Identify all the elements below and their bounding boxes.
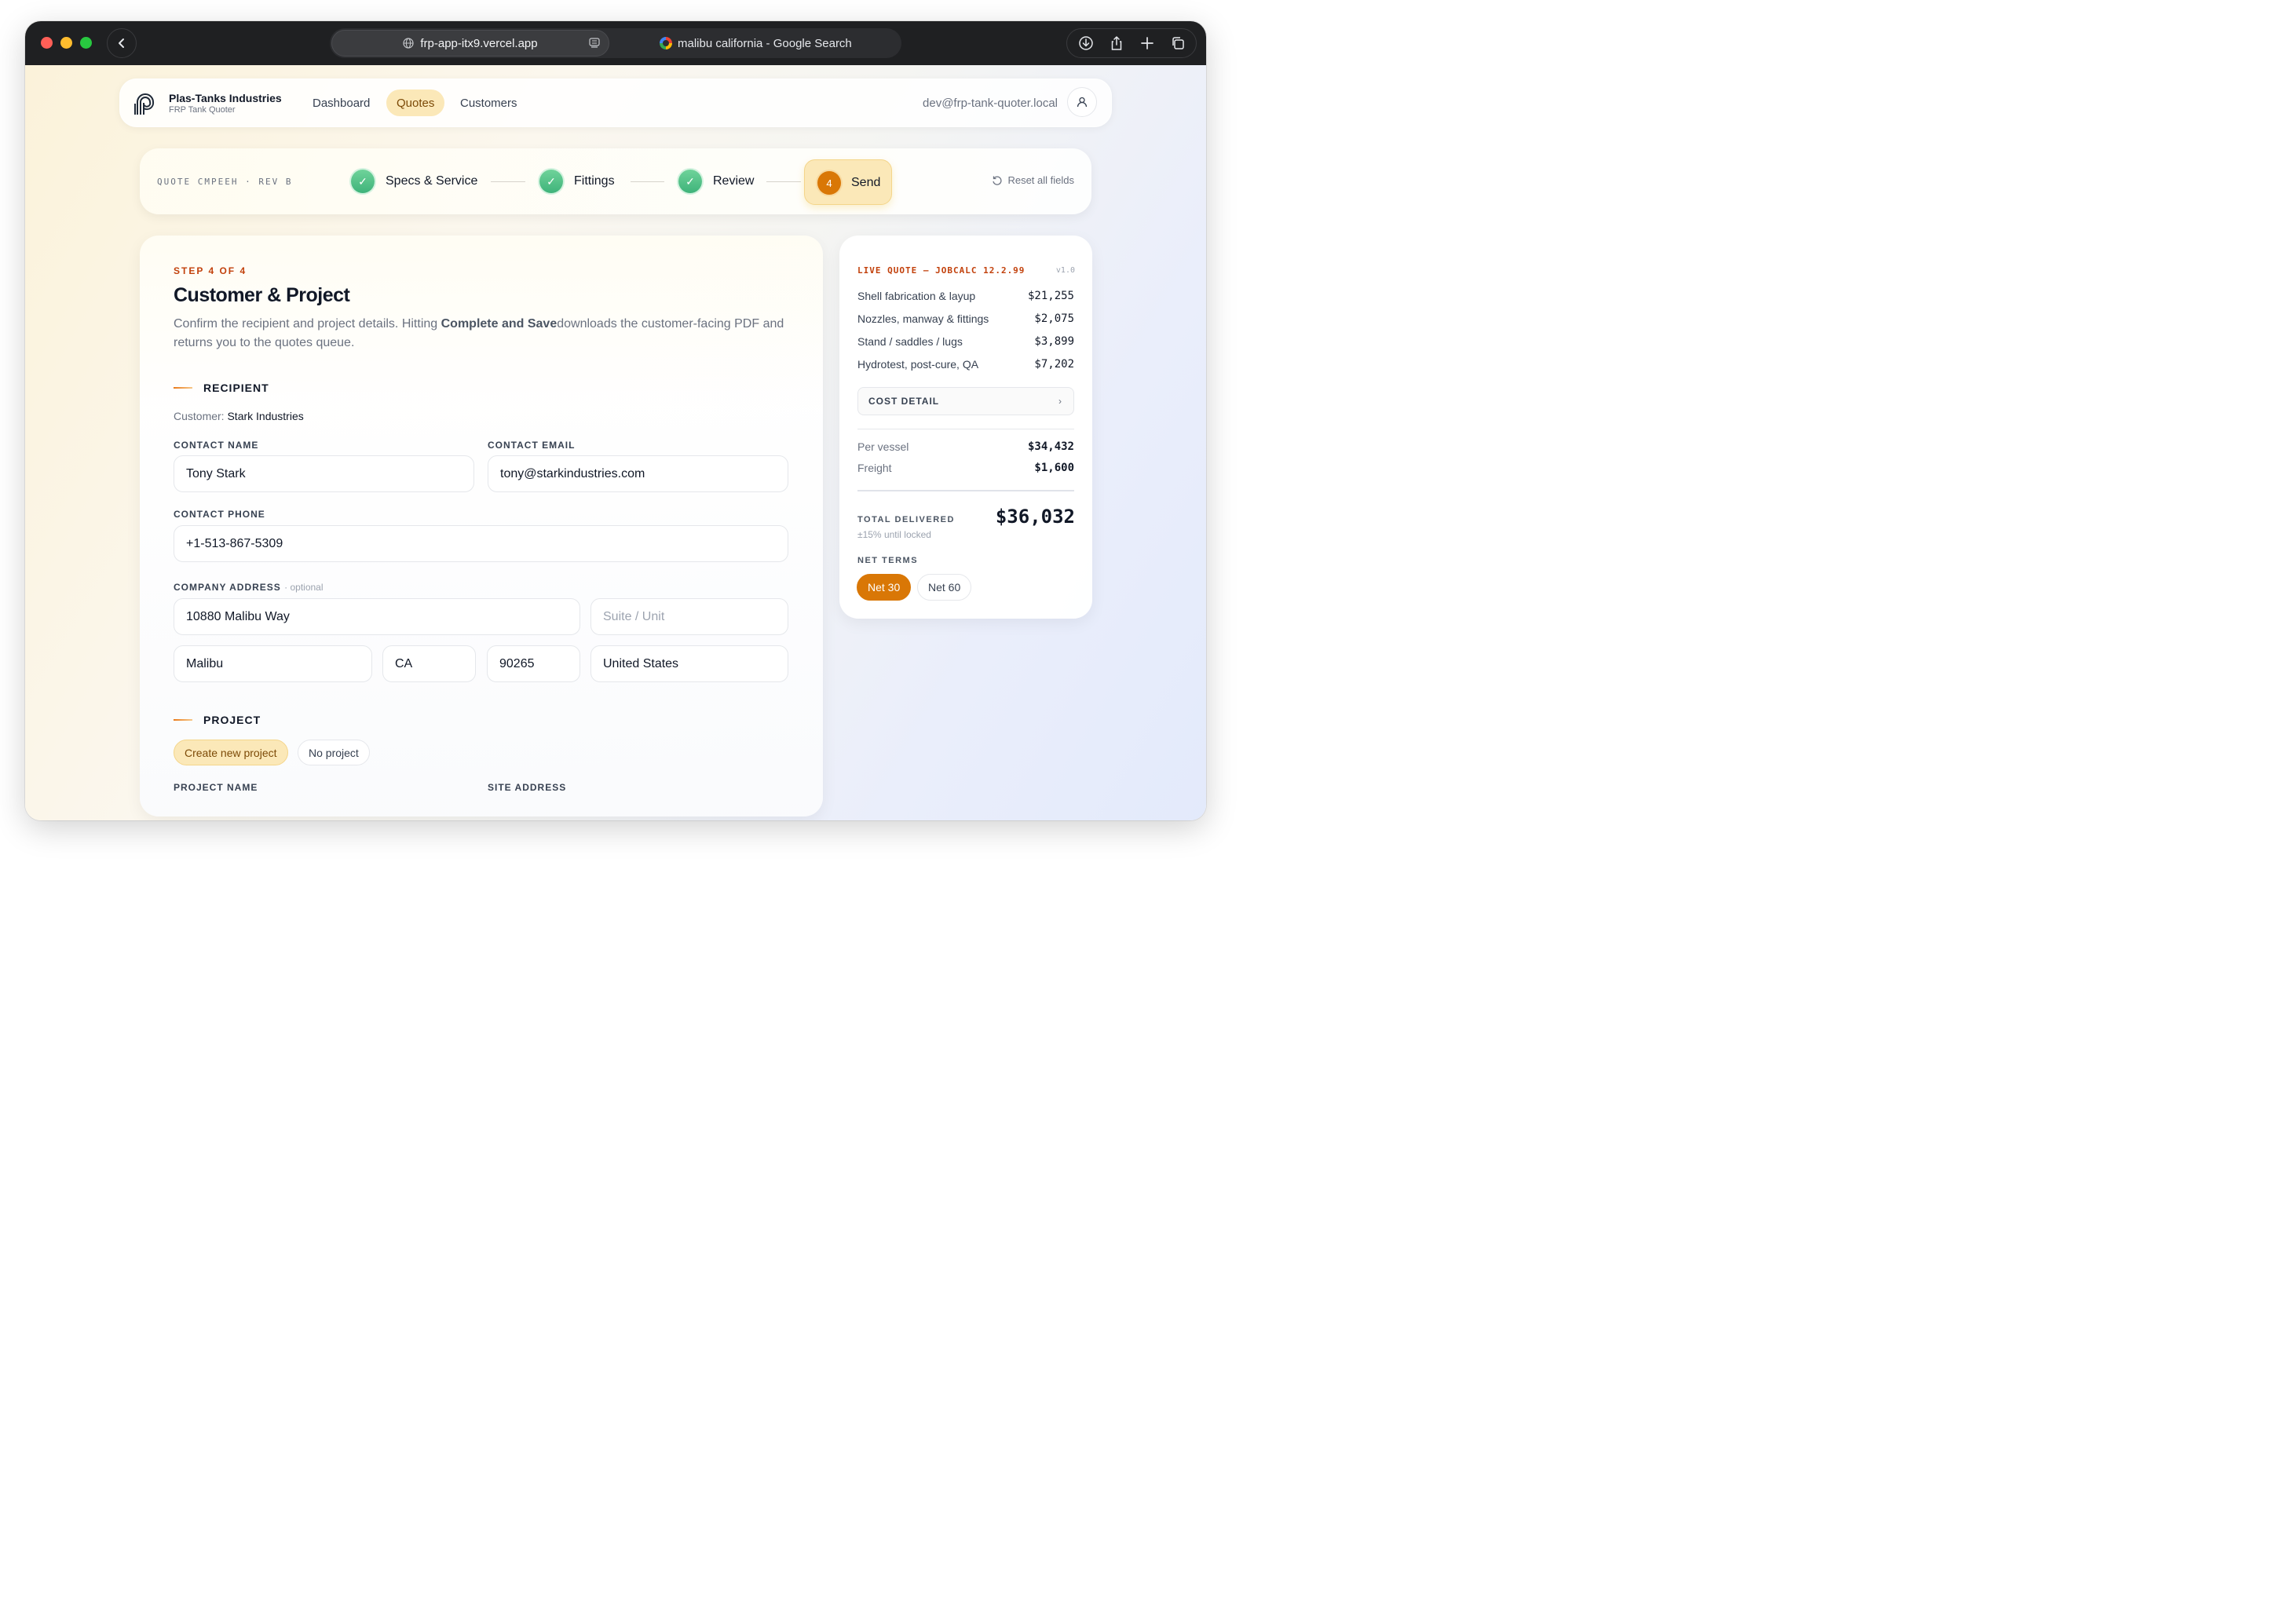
- browser-titlebar: frp-app-itx9.vercel.app malibu californi…: [25, 21, 1206, 65]
- company-address-label: COMPANY ADDRESS · optional: [174, 582, 324, 593]
- download-icon[interactable]: [1070, 29, 1101, 57]
- total-delivered-amount: $36,032: [995, 506, 1075, 528]
- contact-phone-label: CONTACT PHONE: [174, 509, 265, 520]
- section-accent: [174, 387, 192, 389]
- suite-input[interactable]: Suite / Unit: [590, 598, 788, 635]
- brand-logo-icon: [134, 93, 155, 115]
- tab-overview-icon[interactable]: [1162, 29, 1193, 57]
- customer-line: Customer: Stark Industries: [174, 410, 304, 422]
- close-window-button[interactable]: [41, 37, 53, 49]
- top-navbar: Plas-Tanks Industries FRP Tank Quoter Da…: [119, 79, 1112, 127]
- project-section-heading: PROJECT: [174, 714, 261, 726]
- step-review[interactable]: ✓ Review: [678, 170, 754, 193]
- new-tab-icon[interactable]: [1132, 29, 1162, 57]
- quote-stepper: QUOTE CMPEEH · REV B ✓ Specs & Service ✓…: [140, 148, 1091, 214]
- section-accent: [174, 719, 192, 721]
- line-item: Hydrotest, post-cure, QA $7,202: [857, 358, 1074, 371]
- page-title: Customer & Project: [174, 284, 350, 306]
- step-number: 4: [817, 171, 841, 195]
- city-input[interactable]: Malibu: [174, 645, 372, 682]
- site-address-label: SITE ADDRESS: [488, 782, 567, 793]
- check-icon: ✓: [539, 170, 563, 193]
- share-icon[interactable]: [1101, 29, 1132, 57]
- step-eyebrow: STEP 4 OF 4: [174, 265, 247, 276]
- reset-all-fields-button[interactable]: Reset all fields: [992, 174, 1074, 186]
- total-note: ±15% until locked: [857, 529, 931, 540]
- contact-phone-input[interactable]: +1-513-867-5309: [174, 525, 788, 562]
- tab-active[interactable]: frp-app-itx9.vercel.app: [331, 30, 609, 57]
- step-connector: [631, 181, 664, 182]
- optional-hint: · optional: [284, 582, 324, 593]
- reset-icon: [993, 176, 1003, 185]
- project-name-label: PROJECT NAME: [174, 782, 258, 793]
- reader-mode-icon[interactable]: [588, 37, 601, 49]
- customer-name: Stark Industries: [227, 410, 304, 422]
- tab-google-search[interactable]: malibu california - Google Search: [660, 30, 852, 57]
- state-input[interactable]: CA: [382, 645, 476, 682]
- step-connector: [766, 181, 801, 182]
- check-icon: ✓: [678, 170, 702, 193]
- minimize-window-button[interactable]: [60, 37, 72, 49]
- total-delivered-label: TOTAL DELIVERED: [857, 515, 955, 524]
- contact-name-input[interactable]: Tony Stark: [174, 455, 474, 492]
- step-label: Send: [851, 176, 881, 189]
- contact-email-label: CONTACT EMAIL: [488, 440, 576, 451]
- line-item: Stand / saddles / lugs $3,899: [857, 335, 1074, 348]
- check-icon: ✓: [351, 170, 375, 193]
- quote-id: QUOTE CMPEEH · REV B: [157, 177, 293, 187]
- cost-detail-toggle[interactable]: COST DETAIL ›: [857, 387, 1074, 415]
- address-bar-url[interactable]: frp-app-itx9.vercel.app: [420, 37, 537, 50]
- step-fittings[interactable]: ✓ Fittings: [539, 170, 615, 193]
- step-send[interactable]: 4 Send: [804, 159, 892, 205]
- browser-window: frp-app-itx9.vercel.app malibu californi…: [25, 21, 1206, 820]
- customer-project-card: STEP 4 OF 4 Customer & Project Confirm t…: [140, 236, 823, 816]
- step-label: Specs & Service: [386, 174, 478, 188]
- tab-title: malibu california - Google Search: [678, 36, 852, 50]
- nav-quotes[interactable]: Quotes: [386, 89, 445, 116]
- create-new-project-option[interactable]: Create new project: [174, 740, 288, 765]
- user-avatar[interactable]: [1067, 87, 1097, 117]
- nav-dashboard[interactable]: Dashboard: [302, 89, 380, 116]
- country-input[interactable]: United States: [590, 645, 788, 682]
- step-specs-service[interactable]: ✓ Specs & Service: [351, 170, 477, 193]
- nav-customers[interactable]: Customers: [450, 89, 528, 116]
- page-content: Plas-Tanks Industries FRP Tank Quoter Da…: [25, 65, 1206, 820]
- contact-name-label: CONTACT NAME: [174, 440, 259, 451]
- street-input[interactable]: 10880 Malibu Way: [174, 598, 580, 635]
- net-terms-label: NET TERMS: [857, 556, 919, 565]
- card-description: Confirm the recipient and project detail…: [174, 317, 784, 349]
- zoom-window-button[interactable]: [80, 37, 92, 49]
- no-project-option[interactable]: No project: [298, 740, 370, 765]
- contact-email-input[interactable]: tony@starkindustries.com: [488, 455, 788, 492]
- chevron-right-icon: ›: [1058, 396, 1062, 407]
- step-connector: [491, 181, 525, 182]
- step-label: Fittings: [574, 174, 615, 188]
- recipient-section-heading: RECIPIENT: [174, 382, 269, 394]
- live-quote-card: LIVE QUOTE — JOBCALC 12.2.99 v1.0 Shell …: [839, 236, 1092, 619]
- google-icon: [660, 37, 672, 49]
- tab-bar: frp-app-itx9.vercel.app malibu californi…: [330, 28, 901, 58]
- chevron-left-icon: [119, 38, 124, 48]
- live-quote-heading: LIVE QUOTE — JOBCALC 12.2.99: [857, 265, 1026, 276]
- user-email: dev@frp-tank-quoter.local: [923, 97, 1058, 110]
- line-item: Shell fabrication & layup $21,255: [857, 290, 1074, 302]
- net-60-option[interactable]: Net 60: [917, 574, 972, 601]
- globe-icon: [403, 38, 414, 49]
- toolbar-actions: [1066, 28, 1197, 58]
- user-icon: [1077, 97, 1088, 108]
- line-item: Nozzles, manway & fittings $2,075: [857, 312, 1074, 325]
- freight-row: Freight $1,600: [857, 462, 1074, 474]
- per-vessel-row: Per vessel $34,432: [857, 440, 1074, 453]
- brand-name: Plas-Tanks Industries: [169, 92, 282, 104]
- quote-version: v1.0: [1055, 266, 1075, 275]
- zip-input[interactable]: 90265: [487, 645, 580, 682]
- step-label: Review: [713, 174, 755, 188]
- divider: [857, 490, 1074, 491]
- net-30-option[interactable]: Net 30: [857, 574, 912, 601]
- back-button[interactable]: [107, 28, 137, 58]
- brand-subtitle: FRP Tank Quoter: [169, 105, 236, 115]
